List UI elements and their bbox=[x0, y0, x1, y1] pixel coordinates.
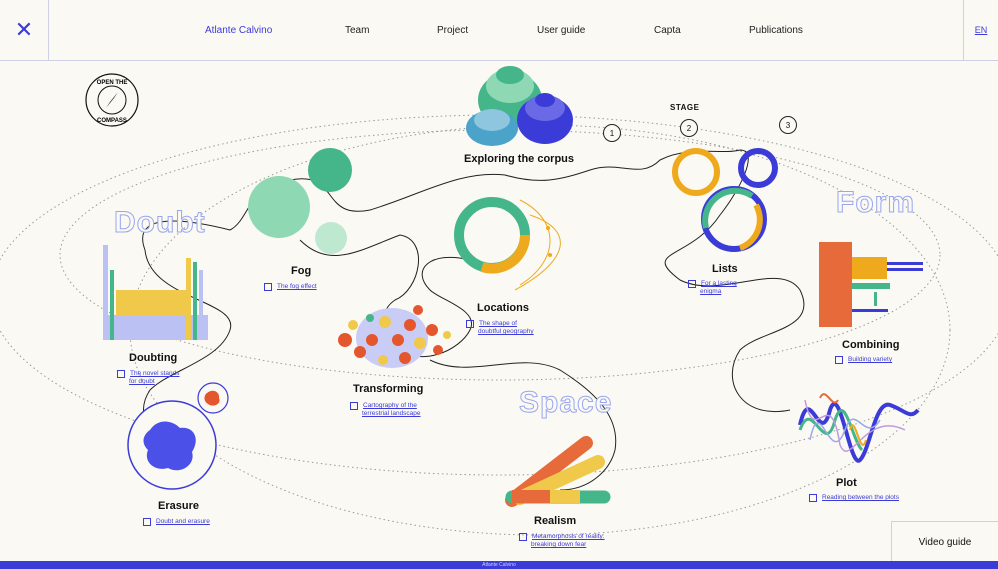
node-link-realism[interactable]: Metamorphosis of reality: breaking down f… bbox=[519, 533, 605, 548]
node-link-lists[interactable]: For a lasting enigma bbox=[688, 280, 737, 295]
exploring-corpus-icon[interactable] bbox=[466, 66, 573, 146]
node-title-doubting[interactable]: Doubting bbox=[129, 352, 177, 364]
node-link-erasure[interactable]: Doubt and erasure bbox=[143, 518, 210, 526]
node-title-plot[interactable]: Plot bbox=[836, 477, 857, 489]
nav-atlante-calvino[interactable]: Atlante Calvino bbox=[205, 0, 272, 60]
realism-icon[interactable] bbox=[505, 436, 611, 507]
node-title-fog[interactable]: Fog bbox=[291, 265, 311, 277]
transforming-icon[interactable] bbox=[338, 305, 451, 368]
plot-icon[interactable] bbox=[798, 393, 920, 463]
checkbox-icon bbox=[117, 370, 125, 378]
close-icon[interactable]: ✕ bbox=[0, 0, 49, 60]
node-link-doubting[interactable]: The novel stands for doubt bbox=[117, 370, 180, 385]
nav-user-guide[interactable]: User guide bbox=[537, 0, 585, 60]
nav-capta[interactable]: Capta bbox=[654, 0, 681, 60]
area-label-doubt: Doubt bbox=[114, 206, 206, 240]
node-title-realism[interactable]: Realism bbox=[534, 515, 576, 527]
locations-icon[interactable] bbox=[454, 197, 561, 291]
checkbox-icon bbox=[519, 533, 527, 541]
node-title-lists[interactable]: Lists bbox=[712, 263, 738, 275]
checkbox-icon bbox=[809, 494, 817, 502]
area-label-form: Form bbox=[836, 186, 915, 220]
node-title-locations[interactable]: Locations bbox=[477, 302, 529, 314]
nav-publications[interactable]: Publications bbox=[749, 0, 803, 60]
nav-team[interactable]: Team bbox=[345, 0, 369, 60]
checkbox-icon bbox=[688, 280, 696, 288]
fog-icon[interactable] bbox=[248, 148, 352, 254]
inner-orbit bbox=[59, 129, 941, 381]
checkbox-icon bbox=[466, 320, 474, 328]
combining-icon[interactable] bbox=[819, 242, 923, 327]
checkbox-icon bbox=[350, 402, 358, 410]
node-title-erasure[interactable]: Erasure bbox=[158, 500, 199, 512]
stage-3-marker[interactable]: 3 bbox=[779, 116, 797, 134]
checkbox-icon bbox=[264, 283, 272, 291]
stage-label: STAGE bbox=[670, 103, 700, 112]
language-switch[interactable]: EN bbox=[963, 0, 998, 60]
lists-icon[interactable] bbox=[672, 148, 778, 252]
checkbox-icon bbox=[835, 356, 843, 364]
nav-project[interactable]: Project bbox=[437, 0, 468, 60]
compass-text-bottom: COMPASS bbox=[97, 118, 127, 124]
node-link-plot[interactable]: Reading between the plots bbox=[809, 494, 899, 502]
doubting-icon[interactable] bbox=[103, 245, 208, 340]
compass-text-top: OPEN THE bbox=[97, 80, 128, 86]
erasure-icon[interactable] bbox=[127, 382, 229, 490]
top-navigation-bar: ✕ Atlante Calvino Team Project User guid… bbox=[0, 0, 998, 61]
open-compass-button[interactable]: OPEN THE COMPASS bbox=[84, 72, 140, 128]
node-title-transforming[interactable]: Transforming bbox=[353, 383, 423, 395]
node-link-transforming[interactable]: Cartography of the terrestrial landscape bbox=[350, 402, 421, 417]
node-link-combining[interactable]: Building variety bbox=[835, 356, 892, 364]
node-title-combining[interactable]: Combining bbox=[842, 339, 899, 351]
video-guide-button[interactable]: Video guide bbox=[891, 521, 998, 562]
stage-1-marker[interactable]: 1 bbox=[603, 124, 621, 142]
footer-bar: Atlante Calvino bbox=[0, 561, 998, 569]
area-label-space: Space bbox=[518, 386, 613, 420]
node-link-fog[interactable]: The fog effect bbox=[264, 283, 317, 291]
stage-2-marker[interactable]: 2 bbox=[680, 119, 698, 137]
node-link-locations[interactable]: The shape of doubtful geography bbox=[466, 320, 534, 335]
node-title-exploring-corpus[interactable]: Exploring the corpus bbox=[464, 153, 574, 165]
checkbox-icon bbox=[143, 518, 151, 526]
